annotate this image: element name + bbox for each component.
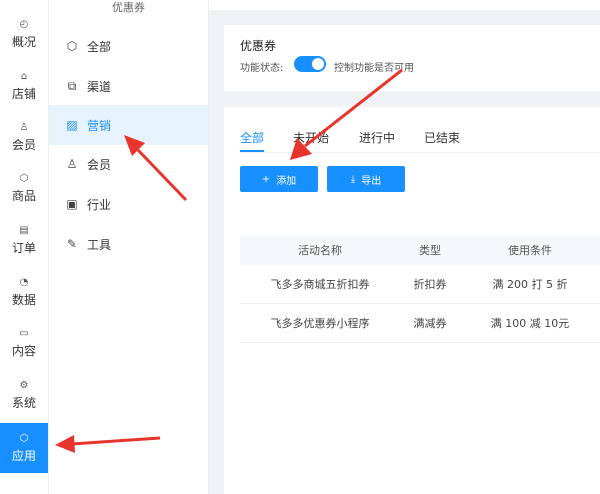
toggle-description: 控制功能是否可用 [334,63,414,74]
rail-item-label: 订单 [11,240,36,255]
industry-icon: ▣ [66,197,78,211]
submenu-item-label: 行业 [87,197,112,212]
cube-icon: ⬡ [66,39,78,53]
submenu-item-label: 会员 [87,157,112,172]
member-icon: ♙ [66,157,78,171]
column-header-condition: 使用条件 [508,244,552,257]
rail-item-overview[interactable]: ◴ 概况 [0,10,48,58]
rail-item-goods[interactable]: ⬡ 商品 [0,164,48,212]
submenu-item-member[interactable]: ♙ 会员 [49,144,208,184]
rail-item-label: 概况 [11,34,36,49]
tab-ended[interactable]: 已结束 [424,129,460,146]
rail-item-label: 店铺 [11,86,36,101]
user-icon: ♙ [19,121,29,133]
rail-item-content[interactable]: ▭ 内容 [0,319,48,367]
page-title: 优惠券 [240,39,277,53]
rail-item-label: 应用 [11,448,36,463]
submenu-item-marketing[interactable]: ▨ 营销 [49,105,208,145]
tabs-divider [240,152,600,153]
main-nav-rail: ◴ 概况 ⌂ 店铺 ♙ 会员 ⬡ 商品 ▤ 订单 ◔ 数据 ▭ 内容 ⚙ 系统 … [0,0,49,494]
add-button[interactable]: + 添加 [240,166,318,192]
cell-name: 飞多多优惠券小程序 [270,317,370,330]
rail-item-order[interactable]: ▤ 订单 [0,216,48,264]
cell-type: 折扣券 [413,278,447,291]
marketing-icon: ▨ [66,118,78,132]
export-button[interactable]: ⤓ 导出 [327,166,405,192]
coupon-status-card: 优惠券 功能状态: 控制功能是否可用 [224,25,600,91]
tab-in-progress[interactable]: 进行中 [359,129,395,146]
table-row[interactable]: 飞多多优惠券小程序 满减券 满 100 减 10元 [240,304,600,343]
table-header: 活动名称 类型 使用条件 [240,235,600,265]
dashboard-icon: ◴ [19,18,29,30]
submenu-item-label: 营销 [87,118,112,133]
chart-icon: ◔ [19,276,29,288]
column-header-name: 活动名称 [298,244,342,257]
feature-toggle[interactable] [294,56,326,72]
folder-icon: ▭ [19,327,29,339]
order-icon: ▤ [19,224,29,236]
rail-item-label: 会员 [11,137,36,152]
cell-name: 飞多多商城五折扣券 [270,278,370,291]
column-header-type: 类型 [419,244,441,257]
app-icon: ⬡ [19,432,29,444]
table-row[interactable]: 飞多多商城五折扣券 折扣券 满 200 打 5 折 [240,265,600,304]
rail-item-apps[interactable]: ⬡ 应用 [0,423,48,473]
submenu-item-label: 全部 [87,39,112,54]
channel-icon: ⧉ [67,78,77,93]
coupon-list-card: 全部 未开始 进行中 已结束 + 添加 ⤓ 导出 活动名称 类型 使用条件 飞多… [224,107,600,494]
tab-not-started[interactable]: 未开始 [293,129,329,146]
store-icon: ⌂ [20,70,28,82]
export-button-label: 导出 [361,175,382,187]
rail-item-member[interactable]: ♙ 会员 [0,113,48,161]
cell-condition: 满 200 打 5 折 [492,278,568,291]
rail-item-label: 数据 [11,292,36,307]
secondary-menu: 优惠券 ⬡ 全部 ⧉ 渠道 ▨ 营销 ♙ 会员 ▣ 行业 ✎ 工具 [49,0,209,494]
rail-item-label: 商品 [11,188,36,203]
rail-item-store[interactable]: ⌂ 店铺 [0,62,48,110]
add-button-label: 添加 [276,175,297,187]
submenu-item-tools[interactable]: ✎ 工具 [49,224,208,264]
submenu-item-label: 工具 [87,237,112,252]
rail-item-label: 系统 [11,395,36,410]
top-bar [209,0,600,10]
submenu-item-all[interactable]: ⬡ 全部 [49,26,208,66]
plus-icon: + [261,173,271,185]
download-icon: ⤓ [350,173,356,185]
tab-all[interactable]: 全部 [240,129,264,146]
submenu-item-industry[interactable]: ▣ 行业 [49,184,208,224]
tool-icon: ✎ [66,237,78,251]
toggle-knob [312,58,324,70]
status-label: 功能状态: [240,63,284,74]
cell-condition: 满 100 减 10元 [490,317,570,330]
rail-item-label: 内容 [11,343,36,358]
box-icon: ⬡ [19,172,29,184]
rail-item-data[interactable]: ◔ 数据 [0,268,48,316]
submenu-item-label: 渠道 [87,79,112,94]
rail-item-system[interactable]: ⚙ 系统 [0,371,48,419]
settings-icon: ⚙ [19,379,29,391]
active-tab-indicator [240,150,264,152]
submenu-title: 优惠券 [112,1,145,14]
submenu-item-channel[interactable]: ⧉ 渠道 [49,66,208,106]
cell-type: 满减券 [413,317,447,330]
